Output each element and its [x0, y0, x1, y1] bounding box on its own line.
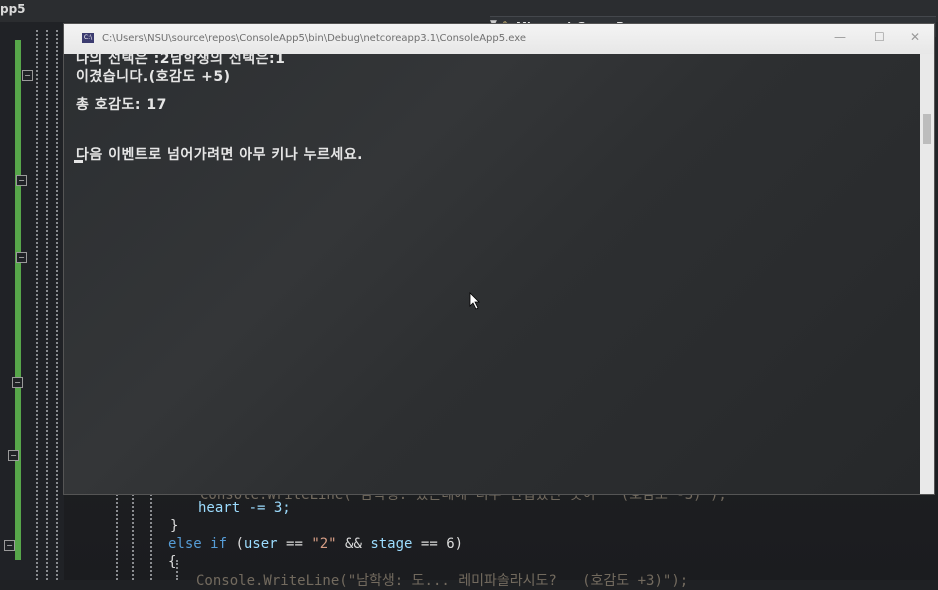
- code-line: else if (user == "2" && stage == 6): [168, 536, 463, 552]
- code-token: heart -= 3;: [198, 500, 291, 516]
- code-line: Console.WriteLine("남학생: 도... 레미파솔라시도? (호…: [196, 573, 689, 589]
- console-scrollbar[interactable]: [920, 54, 934, 494]
- fold-toggle-icon[interactable]: −: [16, 175, 27, 186]
- code-token: ==: [277, 536, 312, 552]
- indent-guide: [36, 30, 38, 580]
- console-output-line: 이겼습니다.(호감도 +5): [76, 69, 231, 85]
- indent-guide: [46, 30, 48, 580]
- fold-toggle-icon[interactable]: −: [4, 540, 15, 551]
- editor-gutter: [0, 22, 64, 580]
- code-identifier: user: [243, 536, 278, 552]
- code-token: &&: [336, 536, 371, 552]
- maximize-icon[interactable]: ☐: [874, 30, 885, 44]
- console-output-line: 총 호감도: 17: [76, 97, 167, 113]
- indent-guide: [150, 490, 152, 580]
- code-line: {: [168, 554, 177, 570]
- indent-guide: [132, 490, 134, 580]
- console-output-line: 나의 선택은 :2남학생의 선택은:1: [76, 51, 286, 67]
- code-string: "2": [311, 536, 337, 552]
- minimize-icon[interactable]: —: [834, 30, 846, 44]
- fold-toggle-icon[interactable]: −: [22, 70, 33, 81]
- ide-window-title: pp5: [0, 2, 26, 16]
- code-identifier: stage: [370, 536, 413, 552]
- text-cursor: [74, 160, 83, 163]
- mouse-pointer-icon: [469, 292, 480, 310]
- code-line: }: [170, 518, 179, 534]
- fold-toggle-icon[interactable]: −: [8, 450, 19, 461]
- close-icon[interactable]: ✕: [910, 30, 920, 44]
- fold-toggle-icon[interactable]: −: [12, 377, 23, 388]
- code-token: (: [227, 536, 244, 552]
- console-window-title: C:\Users\NSU\source\repos\ConsoleApp5\bi…: [102, 33, 527, 44]
- console-output-line: 다음 이벤트로 넘어가려면 아무 키나 누르세요.: [76, 147, 363, 163]
- change-indicator-bar: [15, 40, 21, 560]
- console-window[interactable]: C:\ C:\Users\NSU\source\repos\ConsoleApp…: [64, 24, 934, 494]
- fold-toggle-icon[interactable]: −: [16, 252, 27, 263]
- indent-guide: [56, 30, 58, 580]
- scrollbar-thumb[interactable]: [923, 114, 931, 144]
- console-app-icon: C:\: [82, 33, 94, 43]
- code-line: heart -= 3;: [198, 500, 291, 516]
- code-token: == 6): [412, 536, 464, 552]
- code-keyword: else if: [168, 536, 228, 552]
- indent-guide: [116, 490, 118, 580]
